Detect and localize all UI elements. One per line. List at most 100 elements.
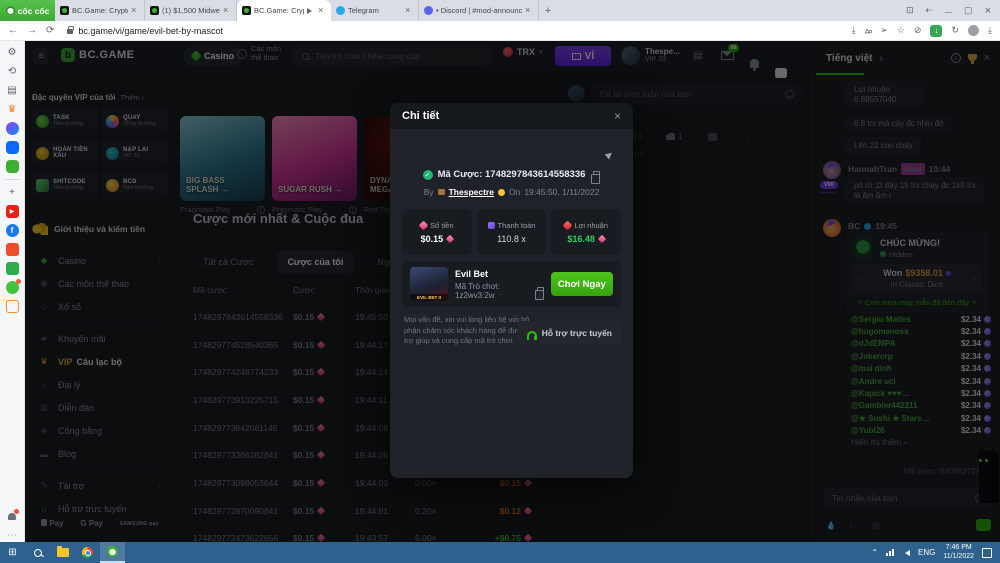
forward-button[interactable] [27, 26, 37, 36]
window-maximize-button[interactable] [964, 5, 973, 16]
settings-gear-icon[interactable] [6, 46, 19, 59]
tab-audio-icon[interactable] [307, 8, 315, 14]
stat-label: Lợi nhuận [574, 221, 608, 230]
time: 7:46 PM [943, 544, 974, 553]
green-app-icon[interactable] [6, 262, 19, 275]
browser-tab[interactable]: Telegram [331, 0, 419, 21]
bet-author-row: By Thespectre On 19:45:50, 1/11/2022 [390, 187, 633, 197]
stat-value: 110.8 x [497, 234, 526, 244]
zalo-icon[interactable] [6, 141, 19, 154]
save-page-icon[interactable] [852, 25, 856, 36]
bookmark-star-icon[interactable] [897, 25, 905, 36]
taskbar-search-button[interactable] [25, 542, 50, 563]
youtube-icon[interactable] [6, 205, 19, 218]
bcgame-app: b BC.GAME Casino Các môn thể thao TRX VÍ… [25, 41, 1000, 542]
window-close-button[interactable] [985, 5, 991, 17]
action-center-icon[interactable] [982, 548, 992, 558]
tab-close-icon[interactable] [223, 6, 231, 15]
tab-close-icon[interactable] [525, 6, 533, 15]
download-extension-icon[interactable] [930, 25, 942, 37]
tab-close-icon[interactable] [405, 6, 413, 15]
bcgame-favicon [60, 6, 69, 15]
browser-tab[interactable]: BC.Game: Crypto Casino Gam [55, 0, 145, 21]
messenger-icon[interactable] [6, 122, 19, 135]
browser-tab[interactable]: (1) $1,500 Midweek Mascot [145, 0, 237, 21]
file-explorer-button[interactable] [50, 542, 75, 563]
rail-more-icon[interactable] [6, 529, 19, 542]
profit-icon [563, 220, 573, 230]
share-page-icon[interactable] [880, 25, 888, 36]
bet-details-modal: Chi tiết Mã Cược: 1748297843614558336 By… [390, 103, 633, 478]
tab-title: (1) $1,500 Midweek Mascot [162, 6, 220, 15]
game-thumbnail[interactable]: EVIL BET II [410, 267, 448, 301]
bcgame-favicon [242, 6, 251, 15]
downloads-tray-icon[interactable] [988, 25, 992, 36]
modal-title: Chi tiết [402, 110, 439, 122]
green-notify-app-icon[interactable] [6, 281, 19, 294]
history-icon[interactable] [6, 65, 19, 78]
thumb-caption: EVIL BET II [410, 294, 448, 301]
tab-search-icon[interactable] [906, 5, 914, 16]
coccoc-brand[interactable]: cốc cốc [0, 0, 55, 21]
windows-taskbar: ENG 7:46 PM 11/1/2022 [0, 542, 1000, 563]
browser-tab-active[interactable]: BC.Game: Crypto Casino [237, 0, 331, 21]
coccoc-icon [107, 546, 118, 557]
live-support-label: Hỗ trợ trực tuyến [542, 328, 612, 338]
browser-tab[interactable]: • Discord | #mod-announc [419, 0, 539, 21]
browser-tab-bar: cốc cốc BC.Game: Crypto Casino Gam (1) $… [0, 0, 1000, 21]
profile-avatar-icon[interactable] [968, 25, 979, 36]
coccoc-button[interactable] [100, 542, 125, 563]
clock[interactable]: 7:46 PM 11/1/2022 [943, 544, 974, 562]
payout-icon [488, 222, 495, 229]
modal-close-icon[interactable] [614, 109, 621, 123]
live-support-button[interactable]: Hỗ trợ trực tuyến [518, 321, 621, 345]
shopping-cart-icon[interactable] [6, 300, 19, 313]
by-label: By [424, 187, 434, 197]
tab-close-icon[interactable] [131, 6, 139, 15]
games-icon[interactable] [6, 160, 19, 173]
back-button[interactable] [8, 26, 18, 36]
add-shortcut-icon[interactable] [6, 186, 19, 199]
tab-title: BC.Game: Crypto Casino Gam [72, 6, 128, 15]
reload-button[interactable] [46, 26, 54, 36]
share-icon[interactable] [602, 147, 618, 163]
tab-close-icon[interactable] [318, 6, 326, 15]
tab-overview-icon[interactable] [926, 5, 934, 16]
shopee-icon[interactable] [6, 243, 19, 256]
stat-value: $16.48 [567, 234, 605, 244]
facebook-icon[interactable] [6, 224, 19, 237]
bet-datetime: 19:45:50, 1/11/2022 [524, 187, 599, 197]
telegram-favicon [336, 6, 345, 15]
network-icon[interactable] [886, 549, 894, 556]
copy-icon[interactable] [593, 171, 600, 179]
chrome-button[interactable] [75, 542, 100, 563]
stat-amount: Số tiền $0.15 [402, 209, 472, 255]
translate-icon[interactable] [865, 26, 872, 36]
new-tab-button[interactable] [539, 0, 557, 21]
play-now-button[interactable]: Chơi Ngay [551, 272, 613, 296]
bet-stats: Số tiền $0.15 Thanh toán 110.8 x Lợi nhu… [402, 209, 621, 255]
sync-icon[interactable] [951, 25, 959, 36]
adblock-icon[interactable] [914, 25, 922, 36]
modal-header: Chi tiết [390, 103, 633, 129]
game-code: Mã Trò chơi: 1z2wv3:2w [455, 282, 531, 300]
amount-icon [419, 220, 429, 230]
discord-favicon [424, 6, 433, 15]
stat-value: $0.15 [421, 234, 454, 244]
bet-author[interactable]: Thespectre [449, 187, 494, 197]
tray-expand-icon[interactable] [871, 548, 878, 557]
tab-title: • Discord | #mod-announc [436, 6, 522, 15]
crown-rewards-icon[interactable] [6, 103, 19, 116]
tab-title: Telegram [348, 6, 402, 15]
copy-icon[interactable] [537, 287, 543, 295]
support-text: Mọi vấn đề, xin vui lòng liên hệ với bộ … [404, 315, 534, 347]
url-field[interactable]: bc.game/vi/game/evil-bet-by-mascot [63, 26, 842, 36]
verified-shield-icon [423, 170, 433, 180]
windows-logo-icon [8, 547, 16, 558]
reading-list-icon[interactable] [6, 84, 19, 97]
start-button[interactable] [0, 542, 25, 563]
language-indicator[interactable]: ENG [918, 548, 935, 557]
window-minimize-button[interactable] [945, 6, 952, 16]
volume-icon[interactable] [902, 550, 910, 556]
notifications-bell-icon[interactable] [6, 510, 19, 523]
